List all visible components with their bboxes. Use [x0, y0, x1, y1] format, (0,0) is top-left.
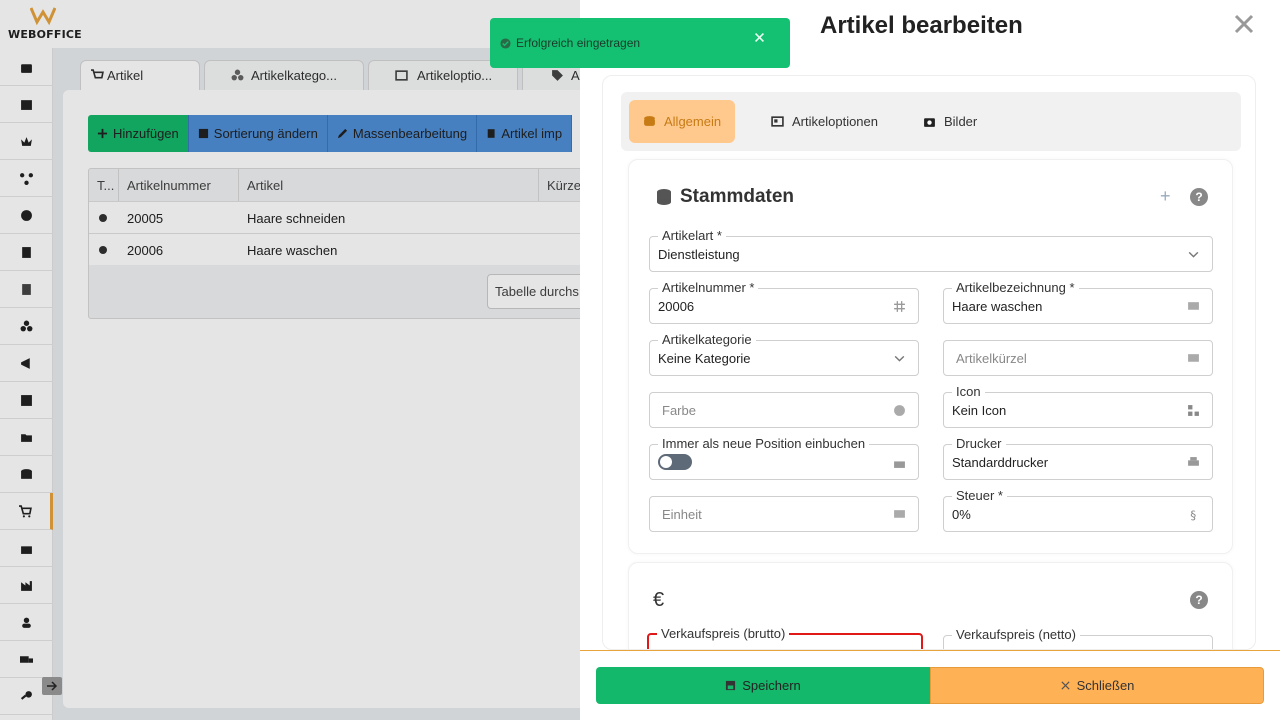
- field-value: Kein Icon: [952, 403, 1007, 418]
- close-icon: [1061, 681, 1070, 690]
- field-label: Drucker: [952, 436, 1006, 451]
- field-value: Keine Kategorie: [658, 351, 751, 366]
- chevron-down-icon: [1188, 251, 1199, 258]
- success-toast: Erfolgreich eingetragen: [490, 18, 790, 68]
- edit-article-panel: Artikel bearbeiten Allgemein Artikelopti…: [580, 0, 1280, 720]
- check-circle-icon: [500, 37, 511, 49]
- stammdaten-section: Stammdaten + ? Artikelart * Dienstleistu…: [628, 159, 1233, 554]
- einheit-field[interactable]: Einheit: [649, 496, 919, 532]
- save-button-label: Speichern: [742, 678, 801, 693]
- panel-title: Artikel bearbeiten: [820, 12, 1023, 39]
- panel-card: Allgemein Artikeloptionen Bilder Stammda…: [602, 75, 1256, 650]
- comment-icon: [894, 510, 905, 518]
- printer-icon: [1188, 457, 1199, 466]
- tab-images[interactable]: Bilder: [909, 100, 991, 143]
- inbox-icon: [894, 461, 905, 468]
- panel-tabs: Allgemein Artikeloptionen Bilder: [621, 92, 1241, 151]
- tab-general[interactable]: Allgemein: [629, 100, 736, 143]
- tab-options[interactable]: Artikeloptionen: [757, 100, 892, 143]
- vk-netto-field[interactable]: Verkaufspreis (netto): [943, 627, 1213, 649]
- field-value: 20006: [658, 299, 695, 314]
- tab-images-label: Bilder: [944, 114, 978, 129]
- field-placeholder: Einheit: [662, 507, 702, 522]
- artikelnummer-field[interactable]: Artikelnummer * 20006: [649, 280, 919, 324]
- field-label: Verkaufspreis (netto): [952, 627, 1080, 642]
- field-placeholder: Artikelkürzel: [956, 351, 1027, 366]
- section-title-label: Stammdaten: [680, 186, 795, 207]
- help-icon[interactable]: ?: [1190, 591, 1208, 609]
- arrow-right-icon: [47, 681, 58, 691]
- field-label: Artikelkategorie: [658, 332, 756, 347]
- image-options-icon: [771, 116, 784, 127]
- sidebar-toggle-button[interactable]: [42, 677, 62, 695]
- close-button[interactable]: Schließen: [930, 667, 1264, 704]
- prices-section: € ? Verkaufspreis (brutto) Verkaufspreis…: [628, 562, 1233, 649]
- field-label: Artikelart *: [658, 228, 726, 243]
- icon-field[interactable]: Icon Kein Icon: [943, 384, 1213, 428]
- comment-icon: [1188, 302, 1199, 310]
- save-icon: [726, 680, 736, 691]
- artikelbezeichnung-field[interactable]: Artikelbezeichnung * Haare waschen: [943, 280, 1213, 324]
- euro-icon: €: [653, 589, 665, 611]
- artikelart-select[interactable]: Artikelart * Dienstleistung: [649, 228, 1213, 272]
- field-placeholder: Farbe: [662, 403, 696, 418]
- farbe-field[interactable]: Farbe: [649, 392, 919, 428]
- field-label: Artikelbezeichnung *: [952, 280, 1079, 295]
- field-value: 0%: [952, 507, 971, 522]
- close-icon[interactable]: [754, 32, 765, 43]
- tab-options-label: Artikeloptionen: [792, 114, 878, 129]
- vk-brutto-field[interactable]: Verkaufspreis (brutto): [647, 626, 923, 649]
- chevron-down-icon: [894, 355, 905, 362]
- camera-icon: [924, 118, 935, 127]
- hash-icon: [894, 301, 905, 312]
- field-label: Immer als neue Position einbuchen: [658, 436, 870, 451]
- section-sign-icon: §: [1190, 508, 1196, 521]
- field-value: Dienstleistung: [658, 247, 740, 262]
- field-value: Standarddrucker: [952, 455, 1049, 470]
- tab-general-label: Allgemein: [664, 114, 722, 129]
- add-icon[interactable]: +: [1160, 186, 1171, 207]
- field-label: Steuer *: [952, 488, 1007, 503]
- icons-grid-icon: [1188, 405, 1199, 416]
- artikelkuerzel-field[interactable]: Artikelkürzel: [943, 340, 1213, 376]
- field-value: Haare waschen: [952, 299, 1043, 314]
- toast-message: Erfolgreich eingetragen: [516, 36, 641, 50]
- help-icon[interactable]: ?: [1190, 188, 1208, 206]
- close-button-label: Schließen: [1076, 678, 1135, 693]
- database-icon: [657, 189, 671, 205]
- modal-backdrop[interactable]: [0, 0, 580, 720]
- palette-icon: [894, 405, 905, 416]
- save-button[interactable]: Speichern: [596, 667, 930, 704]
- field-label: Artikelnummer *: [658, 280, 759, 295]
- panel-footer: Speichern Schließen: [580, 650, 1280, 720]
- steuer-select[interactable]: Steuer * 0% §: [943, 488, 1213, 532]
- artikelkategorie-select[interactable]: Artikelkategorie Keine Kategorie: [649, 332, 919, 376]
- svg-text:§: §: [1190, 508, 1196, 521]
- close-icon[interactable]: [1234, 13, 1254, 35]
- neue-position-toggle[interactable]: [658, 454, 692, 470]
- section-title: Stammdaten: [655, 186, 794, 208]
- comment-icon: [1188, 354, 1199, 362]
- field-label: Verkaufspreis (brutto): [657, 626, 790, 641]
- field-label: Icon: [952, 384, 985, 399]
- drucker-field[interactable]: Drucker Standarddrucker: [943, 436, 1213, 480]
- database-icon: [644, 116, 655, 126]
- neue-position-toggle-field: Immer als neue Position einbuchen: [649, 436, 919, 480]
